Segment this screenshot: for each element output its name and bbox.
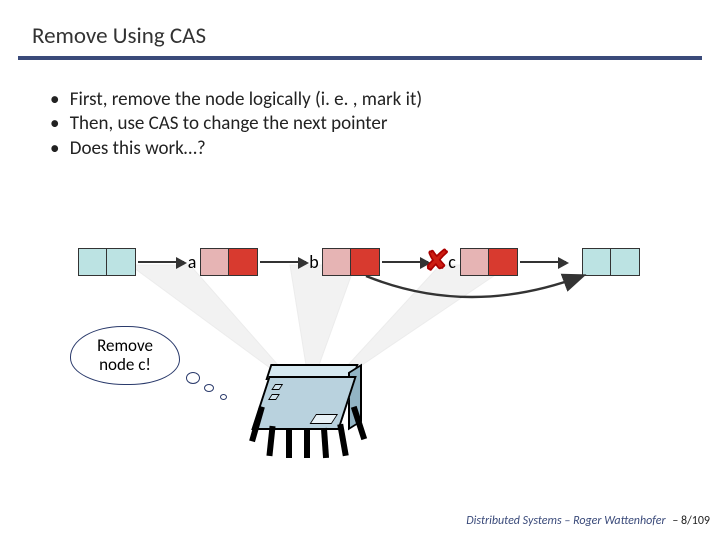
- node-a-label: a: [185, 251, 199, 273]
- arrow-c-tail: [520, 261, 566, 263]
- thought-dot-2: [204, 384, 214, 392]
- arrow-b-c: [382, 261, 428, 263]
- thought-dot-3: [220, 394, 227, 400]
- thought-text: Remove node c!: [97, 335, 153, 375]
- bullet-1: First, remove the node logically (i. e. …: [50, 88, 720, 112]
- cpu-icon: [260, 376, 348, 430]
- footer-page: – 8/109: [670, 514, 710, 528]
- slide-title: Remove Using CAS: [0, 0, 720, 56]
- arrow-a-b: [260, 261, 306, 263]
- node-tail: [582, 248, 640, 276]
- footer: Distributed Systems – Roger Wattenhofer …: [466, 514, 710, 528]
- node-c-label: c: [445, 251, 459, 273]
- thought-bubble: Remove node c!: [70, 326, 180, 385]
- node-a: a: [200, 248, 258, 276]
- node-b: b: [322, 248, 380, 276]
- footer-author: Roger Wattenhofer: [573, 514, 666, 528]
- bullet-3: Does this work…?: [50, 137, 720, 161]
- node-c: c: [460, 248, 518, 276]
- diagram-stage: a b ✘ c Remove node c!: [0, 200, 720, 500]
- footer-course: Distributed Systems: [466, 514, 561, 528]
- footer-sep: –: [562, 514, 573, 528]
- node-head: [78, 248, 136, 276]
- bullet-2: Then, use CAS to change the next pointer: [50, 112, 720, 136]
- node-b-label: b: [307, 251, 321, 273]
- bullet-list: First, remove the node logically (i. e. …: [0, 60, 720, 161]
- arrow-head-a: [138, 261, 184, 263]
- thought-dot-1: [186, 372, 200, 384]
